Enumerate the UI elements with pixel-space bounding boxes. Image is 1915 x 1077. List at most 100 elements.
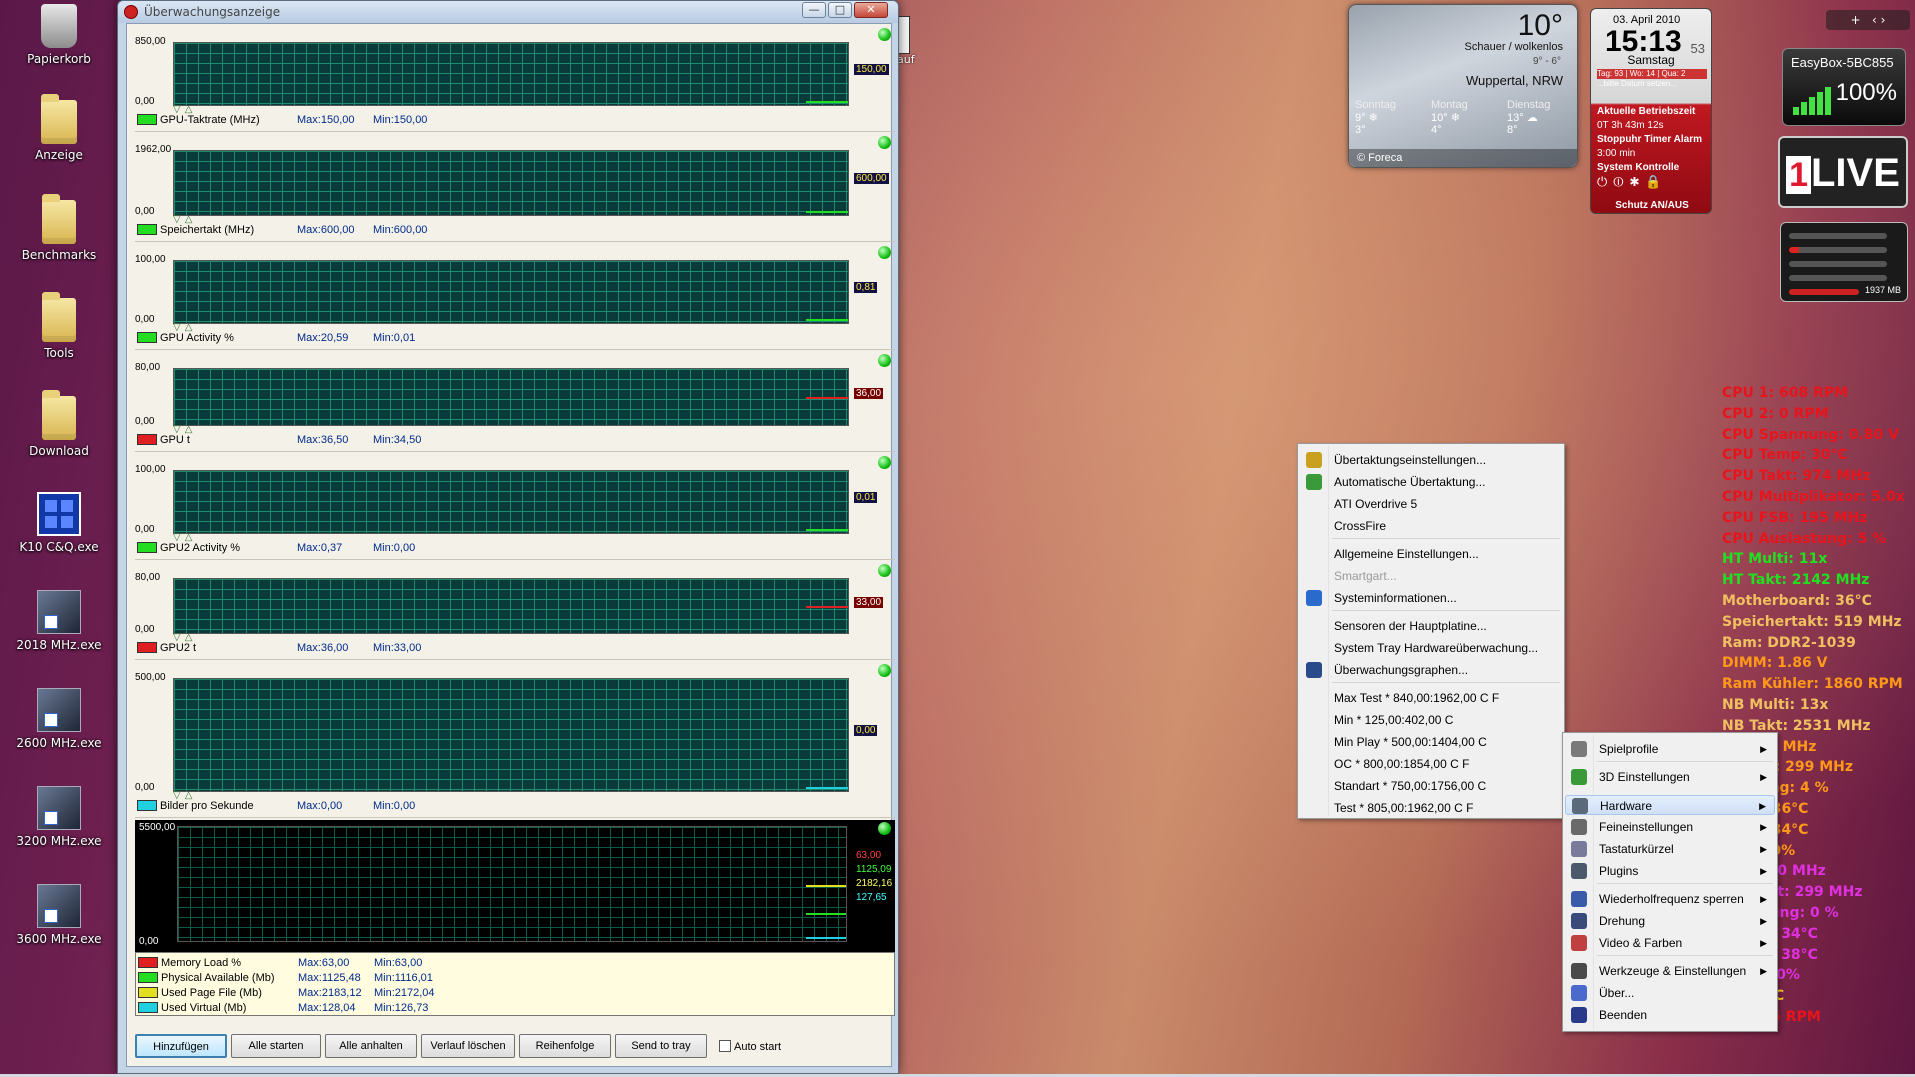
menu-item[interactable]: Test * 805,00:1962,00 C F — [1300, 798, 1562, 818]
close-button[interactable]: ✕ — [854, 2, 888, 18]
legend-swatch[interactable] — [137, 114, 157, 125]
clock-info: Tag: 93 | Wo: 14 | Qua: 2 — [1597, 69, 1707, 79]
graph-active-indicator[interactable] — [878, 564, 891, 577]
1live-radio-gadget[interactable]: 1LIVE — [1778, 136, 1908, 208]
graph-plot — [173, 150, 849, 216]
page-file-trace — [806, 885, 846, 887]
sidebar-nav-icon[interactable]: ‹ › — [1872, 13, 1885, 27]
add-gadget-icon[interactable]: + — [1851, 13, 1861, 27]
graph-active-indicator[interactable] — [878, 822, 891, 835]
graph-active-indicator[interactable] — [878, 664, 891, 677]
legend-swatch[interactable] — [137, 332, 157, 343]
menu-item[interactable]: Allgemeine Einstellungen... — [1300, 544, 1562, 564]
desktop-icon-anzeige[interactable]: Anzeige — [12, 94, 106, 162]
checkbox-box[interactable] — [719, 1040, 731, 1052]
stat-line: NB Multi: 13x — [1722, 696, 1829, 713]
cpu-meter-gadget[interactable]: 1937 MB — [1780, 222, 1908, 302]
weather-gadget[interactable]: 10° Schauer / wolkenlos 9° - 6° Wupperta… — [1348, 4, 1578, 168]
send-to-tray-button[interactable]: Send to tray — [615, 1034, 707, 1058]
menu-item[interactable]: Systeminformationen... — [1300, 588, 1562, 608]
monitor-graph: 1962,00 0,00 ▽△ 600,00 Speichertakt (MHz) Max… — [135, 132, 895, 242]
stop-all-button[interactable]: Alle anhalten — [325, 1034, 417, 1058]
wifi-gadget[interactable]: EasyBox-5BC855 100% — [1782, 48, 1906, 126]
stopwatch-label[interactable]: Stoppuhr Timer Alarm — [1597, 133, 1707, 146]
desktop-icon-2018mhz[interactable]: 2018 MHz.exe — [12, 590, 106, 652]
graph-active-indicator[interactable] — [878, 136, 891, 149]
menu-item-label: ATI Overdrive 5 — [1334, 497, 1418, 511]
menu-item[interactable]: Drehung ▶ — [1565, 911, 1775, 931]
desktop-icon-benchmarks[interactable]: Benchmarks — [12, 194, 106, 262]
legend-swatch[interactable] — [137, 434, 157, 445]
legend-swatch[interactable] — [137, 800, 157, 811]
graph-active-indicator[interactable] — [878, 456, 891, 469]
desktop-icon-download[interactable]: Download — [12, 390, 106, 458]
memory-legend: Memory Load % Max:63,00 Min:63,00 Physical … — [135, 952, 895, 1016]
plugin-icon — [1571, 863, 1587, 879]
legend-swatch[interactable] — [138, 987, 158, 998]
menu-item[interactable]: Standart * 750,00:1756,00 C — [1300, 776, 1562, 796]
memory-legend-row: Used Page File (Mb) Max:2183,12 Min:2172,0… — [138, 987, 435, 999]
maximize-button[interactable]: □ — [828, 2, 852, 18]
legend-swatch[interactable] — [137, 224, 157, 235]
graph-legend: Bilder pro Sekunde Max:0,00 Min:0,00 — [137, 800, 415, 812]
menu-item[interactable]: Plugins ▶ — [1565, 861, 1775, 881]
menu-item[interactable]: Video & Farben ▶ — [1565, 933, 1775, 953]
menu-item[interactable]: Übertaktungseinstellungen... — [1300, 450, 1562, 470]
menu-item[interactable]: Tastaturkürzel ▶ — [1565, 839, 1775, 859]
legend-swatch[interactable] — [137, 642, 157, 653]
menu-item[interactable]: Sensoren der Hauptplatine... — [1300, 616, 1562, 636]
legend-max: Max:36,50 — [297, 434, 349, 446]
menu-item[interactable]: System Tray Hardwareüberwachung... — [1300, 638, 1562, 658]
desktop-icon-recycle-bin[interactable]: Papierkorb — [12, 4, 106, 66]
legend-swatch[interactable] — [137, 542, 157, 553]
menu-item[interactable]: Werkzeuge & Einstellungen ▶ — [1565, 961, 1775, 981]
menu-separator — [1332, 682, 1560, 683]
weather-footer[interactable]: © Foreca — [1349, 149, 1577, 167]
add-button[interactable]: Hinzufügen — [135, 1034, 227, 1058]
menu-item[interactable]: ATI Overdrive 5 — [1300, 494, 1562, 514]
graph-active-indicator[interactable] — [878, 354, 891, 367]
order-button[interactable]: Reihenfolge — [519, 1034, 611, 1058]
menu-item[interactable]: Überwachungsgraphen... — [1300, 660, 1562, 680]
sidebar-controls[interactable]: + ‹ › — [1826, 10, 1910, 30]
menu-item[interactable]: 3D Einstellungen ▶ — [1565, 767, 1775, 787]
menu-item[interactable]: Spielprofile ▶ — [1565, 739, 1775, 759]
start-all-button[interactable]: Alle starten — [231, 1034, 321, 1058]
menu-item[interactable]: CrossFire — [1300, 516, 1562, 536]
legend-swatch[interactable] — [138, 972, 158, 983]
menu-item-label: Sensoren der Hauptplatine... — [1334, 619, 1487, 633]
desktop-icon-tools[interactable]: Tools — [12, 292, 106, 360]
graph-current-value: 600,00 — [854, 173, 889, 184]
legend-swatch[interactable] — [138, 1002, 158, 1013]
menu-separator — [1597, 761, 1773, 762]
menu-item[interactable]: Feineinstellungen ▶ — [1565, 817, 1775, 837]
graph-active-indicator[interactable] — [878, 28, 891, 41]
menu-item[interactable]: Min Play * 500,00:1404,00 C — [1300, 732, 1562, 752]
menu-item[interactable]: Beenden — [1565, 1005, 1775, 1025]
menu-item[interactable]: Wiederholfrequenz sperren ▶ — [1565, 889, 1775, 909]
menu-item[interactable]: Hardware ▶ — [1565, 795, 1775, 815]
desktop-icon-k10[interactable]: K10 C&Q.exe — [12, 492, 106, 554]
menu-item[interactable]: Über... — [1565, 983, 1775, 1003]
menu-item[interactable]: OC * 800,00:1854,00 C F — [1300, 754, 1562, 774]
clear-history-button[interactable]: Verlauf löschen — [421, 1034, 515, 1058]
clock-gadget[interactable]: 03. April 2010 15:13 53 Samstag Tag: 93 … — [1590, 8, 1712, 214]
y-axis-min: 0,00 — [135, 206, 155, 217]
protect-toggle[interactable]: Schutz AN/AUS — [1597, 199, 1707, 212]
minimize-button[interactable]: — — [802, 2, 826, 18]
menu-item[interactable]: Max Test * 840,00:1962,00 C F — [1300, 688, 1562, 708]
partial-desktop-icon[interactable] — [898, 16, 910, 54]
control-buttons[interactable]: ⏻⏼✱🔒 — [1597, 175, 1707, 188]
graph-trace — [806, 397, 848, 399]
window-titlebar[interactable]: Überwachungsanzeige — □ ✕ — [118, 1, 898, 23]
desktop-icon-2600mhz[interactable]: 2600 MHz.exe — [12, 688, 106, 750]
menu-item[interactable]: Min * 125,00:402,00 C — [1300, 710, 1562, 730]
desktop-icon-3200mhz[interactable]: 3200 MHz.exe — [12, 786, 106, 848]
graph-current-value: 150,00 — [854, 64, 889, 75]
graph-active-indicator[interactable] — [878, 246, 891, 259]
desktop-icon-3600mhz[interactable]: 3600 MHz.exe — [12, 884, 106, 946]
auto-start-checkbox[interactable]: Auto start — [719, 1040, 781, 1053]
menu-item[interactable]: Automatische Übertaktung... — [1300, 472, 1562, 492]
legend-swatch[interactable] — [138, 957, 158, 968]
desktop-icon-label: Download — [29, 444, 89, 458]
